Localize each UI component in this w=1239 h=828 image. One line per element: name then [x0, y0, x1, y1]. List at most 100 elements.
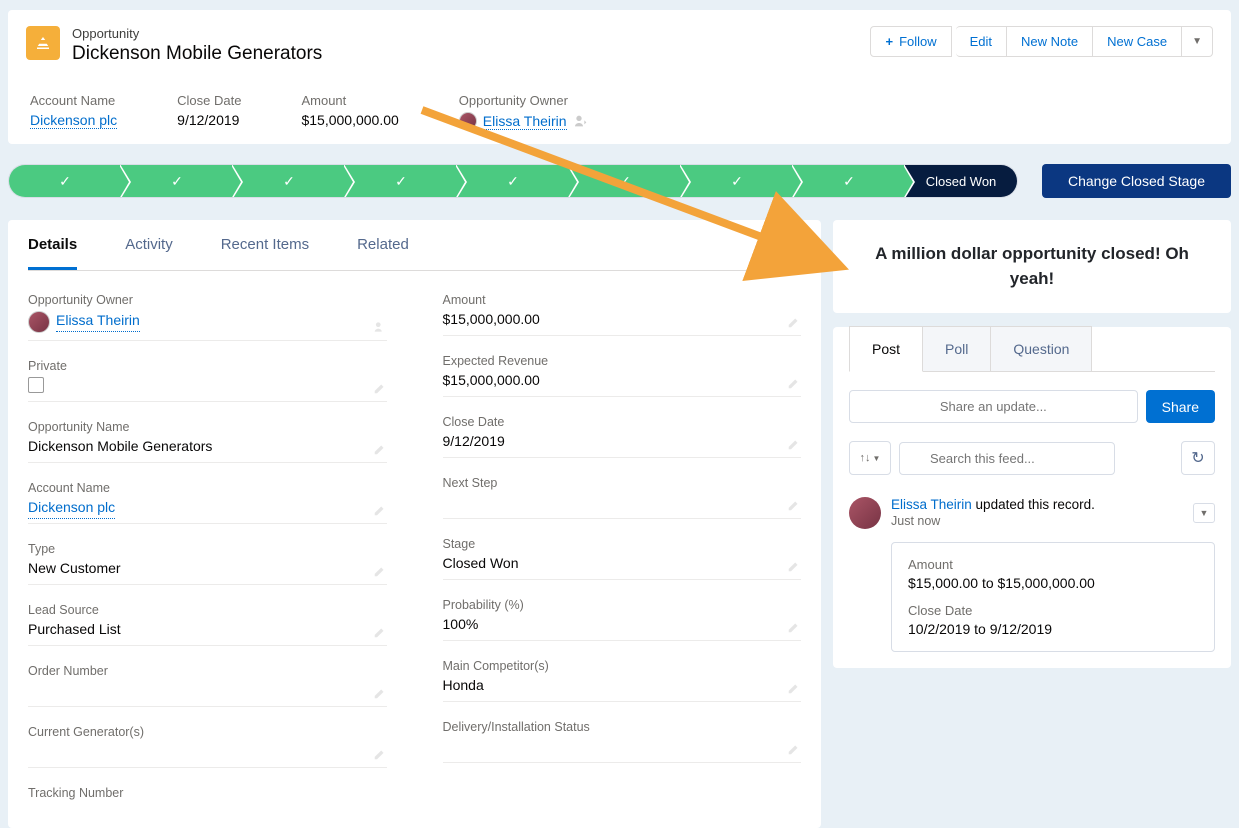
edit-pencil-icon[interactable]	[373, 747, 387, 761]
sort-feed-button[interactable]: ↑↓ ▼	[849, 441, 891, 475]
path-step[interactable]: ✓	[233, 165, 345, 197]
path-step[interactable]: ✓	[569, 165, 681, 197]
path-step[interactable]: ✓	[9, 165, 121, 197]
feed-update-box: Amount $15,000.00 to $15,000,000.00 Clos…	[891, 542, 1215, 652]
field-value-current-gen	[28, 743, 387, 763]
owner-avatar	[459, 112, 477, 130]
chevron-down-icon: ▼	[1200, 508, 1209, 518]
summary-owner-value[interactable]: Elissa Theirin	[483, 113, 567, 130]
edit-pencil-icon[interactable]	[373, 686, 387, 700]
field-label-competitor: Main Competitor(s)	[443, 659, 802, 673]
edit-pencil-icon[interactable]	[373, 503, 387, 517]
chatter-feed: Post Poll Question Share ↑↓ ▼ 🔍	[833, 327, 1231, 668]
update-amount-value: $15,000.00 to $15,000,000.00	[908, 575, 1198, 591]
field-label-current-gen: Current Generator(s)	[28, 725, 387, 739]
feed-tab-poll[interactable]: Poll	[923, 326, 991, 371]
field-value-expected: $15,000,000.00	[443, 372, 802, 392]
record-name: Dickenson Mobile Generators	[72, 43, 870, 65]
follow-button[interactable]: + Follow	[870, 26, 951, 57]
sort-icon: ↑↓	[860, 452, 871, 464]
more-actions-button[interactable]: ▼	[1182, 26, 1213, 57]
edit-pencil-icon[interactable]	[787, 620, 801, 634]
tab-details[interactable]: Details	[28, 220, 77, 270]
path-step-final[interactable]: Closed Won	[905, 165, 1017, 197]
edit-pencil-icon[interactable]	[373, 381, 387, 395]
field-label-probability: Probability (%)	[443, 598, 802, 612]
tab-related[interactable]: Related	[357, 220, 409, 270]
field-value-lead-source: Purchased List	[28, 621, 387, 641]
search-feed-input[interactable]	[899, 442, 1115, 475]
tab-activity[interactable]: Activity	[125, 220, 173, 270]
path-step[interactable]: ✓	[681, 165, 793, 197]
private-checkbox[interactable]	[28, 377, 44, 393]
path-step[interactable]: ✓	[793, 165, 905, 197]
opportunity-icon	[26, 26, 60, 60]
change-owner-icon[interactable]	[373, 320, 387, 334]
change-closed-stage-button[interactable]: Change Closed Stage	[1042, 164, 1231, 198]
field-value-amount: $15,000,000.00	[443, 311, 802, 331]
field-label-stage: Stage	[443, 537, 802, 551]
field-label-lead-source: Lead Source	[28, 603, 387, 617]
check-icon: ✓	[59, 173, 71, 190]
path-step[interactable]: ✓	[121, 165, 233, 197]
chevron-down-icon: ▼	[873, 454, 881, 463]
edit-pencil-icon[interactable]	[787, 559, 801, 573]
summary-amount-label: Amount	[301, 93, 398, 108]
celebration-card: A million dollar opportunity closed! Oh …	[833, 220, 1231, 313]
field-label-amount: Amount	[443, 293, 802, 307]
edit-pencil-icon[interactable]	[787, 742, 801, 756]
feed-user-link[interactable]: Elissa Theirin	[891, 497, 972, 512]
field-value-type: New Customer	[28, 560, 387, 580]
field-label-expected: Expected Revenue	[443, 354, 802, 368]
field-label-close-date: Close Date	[443, 415, 802, 429]
field-value-probability: 100%	[443, 616, 802, 636]
feed-timestamp: Just now	[891, 514, 1215, 528]
summary-close-date-label: Close Date	[177, 93, 241, 108]
update-amount-label: Amount	[908, 557, 1198, 572]
check-icon: ✓	[619, 173, 631, 190]
share-update-input[interactable]	[849, 390, 1138, 423]
summary-account-value[interactable]: Dickenson plc	[30, 112, 117, 129]
sales-path: ✓ ✓ ✓ ✓ ✓ ✓ ✓ ✓ Closed Won	[8, 164, 1018, 198]
field-value-next-step	[443, 494, 802, 514]
update-close-value: 10/2/2019 to 9/12/2019	[908, 621, 1198, 637]
edit-pencil-icon[interactable]	[373, 564, 387, 578]
field-label-order-number: Order Number	[28, 664, 387, 678]
edit-pencil-icon[interactable]	[787, 681, 801, 695]
new-case-button[interactable]: New Case	[1093, 26, 1182, 57]
field-label-type: Type	[28, 542, 387, 556]
summary-amount-value: $15,000,000.00	[301, 112, 398, 128]
feed-tab-post[interactable]: Post	[849, 326, 923, 372]
feed-tab-question[interactable]: Question	[991, 326, 1092, 371]
feed-item: Elissa Theirin updated this record. Just…	[849, 497, 1215, 652]
field-value-stage: Closed Won	[443, 555, 802, 575]
edit-pencil-icon[interactable]	[787, 437, 801, 451]
path-step[interactable]: ✓	[457, 165, 569, 197]
refresh-feed-button[interactable]: ↻	[1181, 441, 1215, 475]
field-value-account[interactable]: Dickenson plc	[28, 499, 115, 519]
field-value-close-date: 9/12/2019	[443, 433, 802, 453]
edit-pencil-icon[interactable]	[373, 625, 387, 639]
check-icon: ✓	[395, 173, 407, 190]
edit-pencil-icon[interactable]	[373, 442, 387, 456]
edit-pencil-icon[interactable]	[787, 376, 801, 390]
update-close-label: Close Date	[908, 603, 1198, 618]
plus-icon: +	[885, 34, 893, 49]
object-type-label: Opportunity	[72, 26, 870, 41]
field-label-opp-name: Opportunity Name	[28, 420, 387, 434]
celebration-text: A million dollar opportunity closed! Oh …	[857, 242, 1207, 291]
edit-button[interactable]: Edit	[956, 26, 1007, 57]
new-note-button[interactable]: New Note	[1007, 26, 1093, 57]
check-icon: ✓	[171, 173, 183, 190]
change-owner-icon[interactable]	[573, 113, 589, 129]
edit-pencil-icon[interactable]	[787, 315, 801, 329]
check-icon: ✓	[731, 173, 743, 190]
path-step[interactable]: ✓	[345, 165, 457, 197]
tab-recent-items[interactable]: Recent Items	[221, 220, 309, 270]
feed-item-menu-button[interactable]: ▼	[1193, 503, 1215, 523]
details-card: Details Activity Recent Items Related Op…	[8, 220, 821, 828]
edit-pencil-icon[interactable]	[787, 498, 801, 512]
field-value-opp-name: Dickenson Mobile Generators	[28, 438, 387, 458]
share-button[interactable]: Share	[1146, 390, 1215, 423]
field-value-competitor: Honda	[443, 677, 802, 697]
